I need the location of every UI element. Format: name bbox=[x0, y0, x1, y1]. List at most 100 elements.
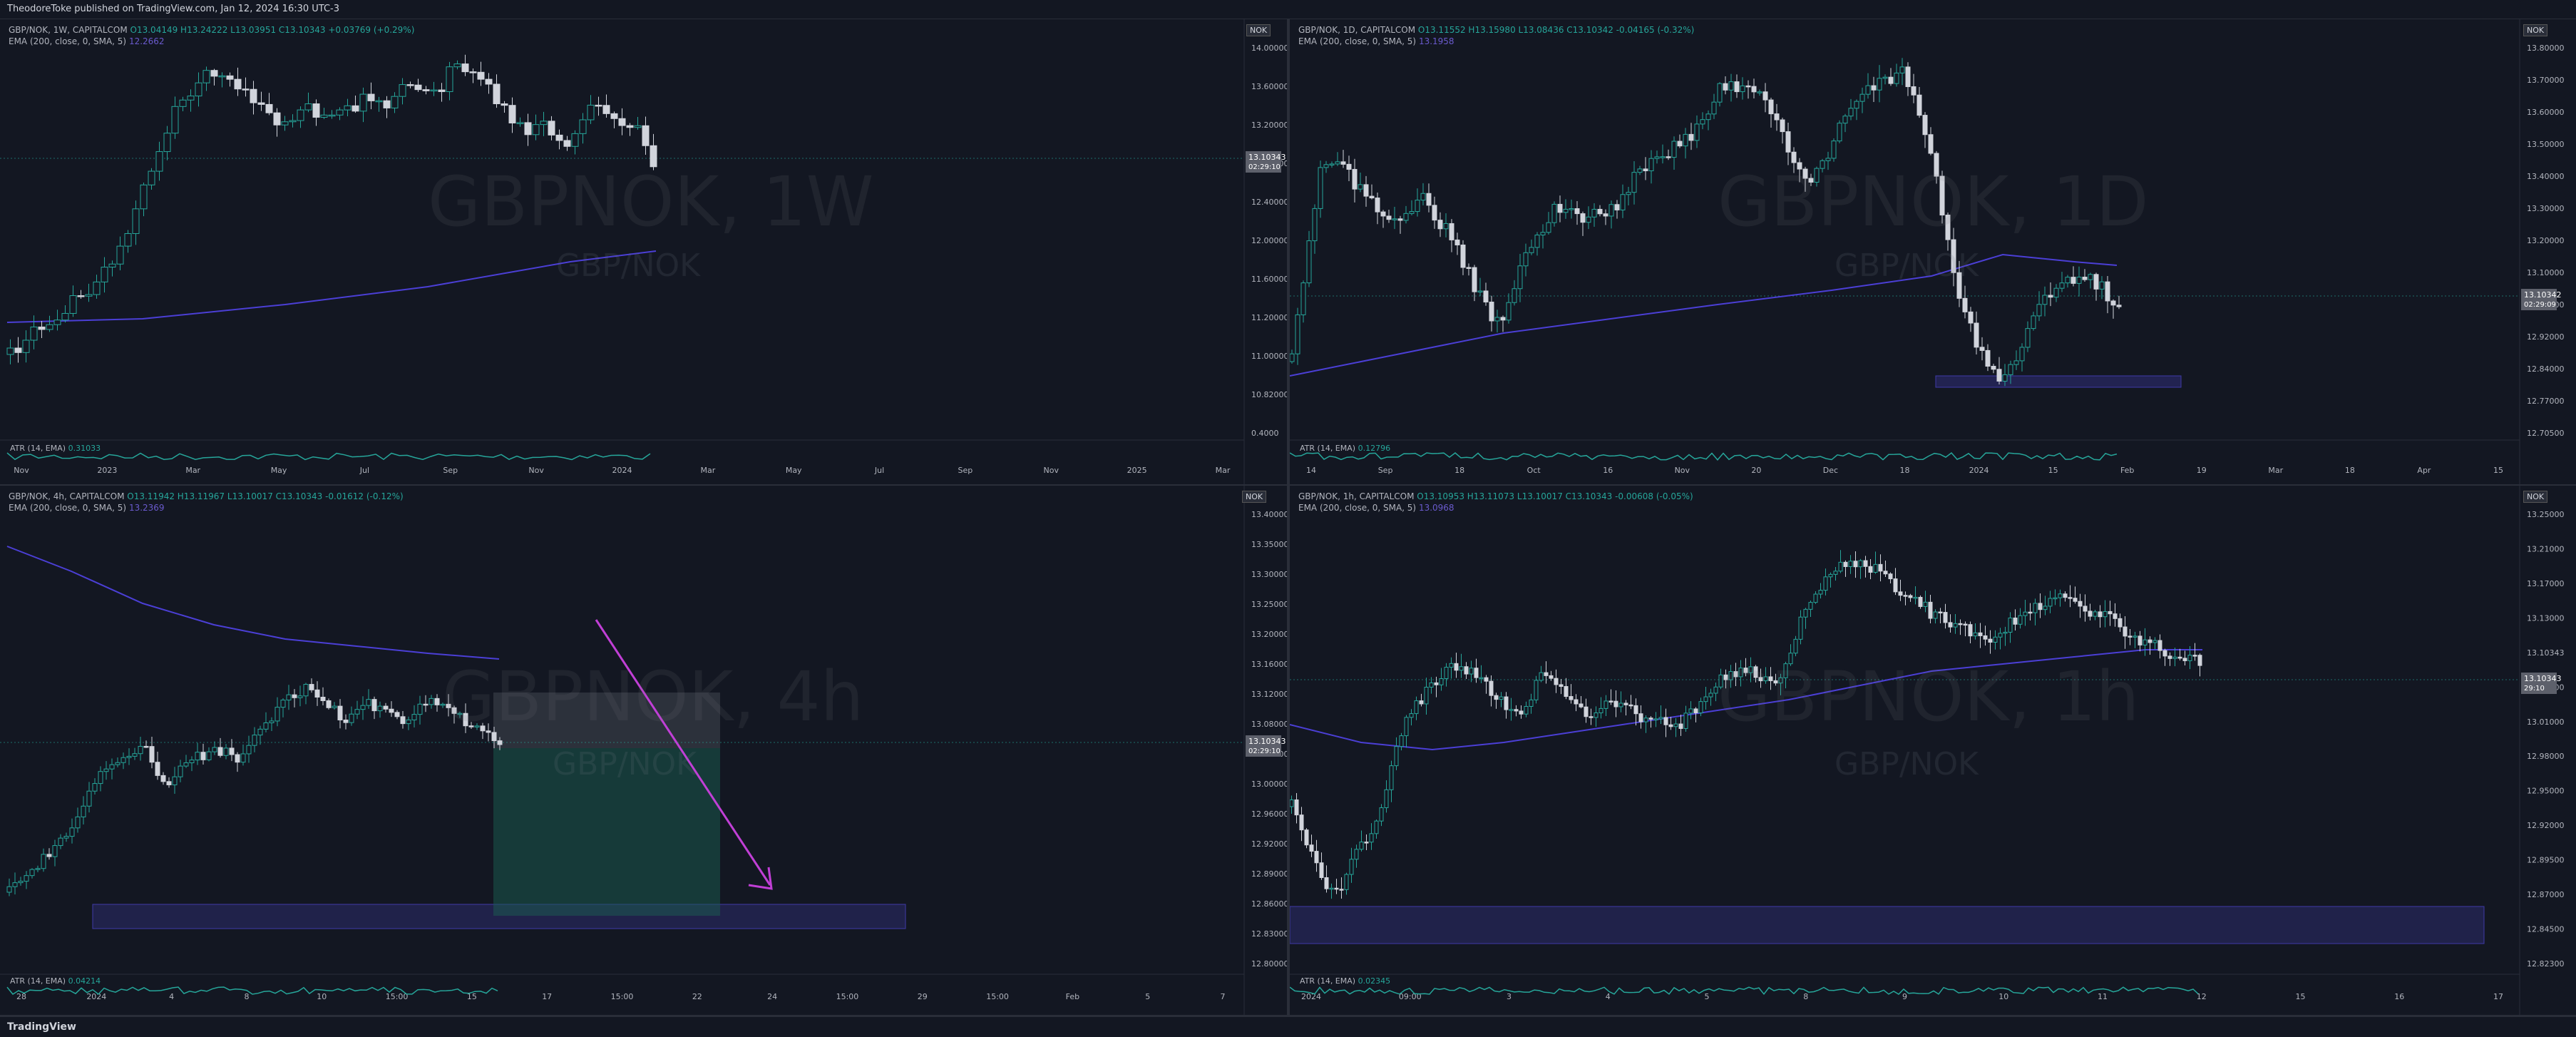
candle bbox=[1574, 694, 1579, 712]
candle bbox=[1978, 623, 1983, 648]
candle bbox=[234, 67, 242, 96]
time-tick-label: Jul bbox=[874, 466, 884, 475]
candle-body bbox=[1877, 78, 1882, 91]
candle-body bbox=[1968, 311, 1974, 324]
price-tick-label: 13.00000 bbox=[1251, 780, 1287, 789]
candle bbox=[1484, 675, 1489, 694]
candle bbox=[2152, 637, 2157, 650]
candle bbox=[1295, 307, 1300, 365]
currency-button[interactable]: NOK bbox=[1246, 24, 1271, 36]
time-tick-label: 3 bbox=[1507, 992, 1512, 1001]
candle bbox=[155, 141, 163, 181]
chart-panel-1d[interactable]: 13.80000 13.70000 13.60000 13.50000 13.40000… bbox=[1290, 19, 2576, 484]
last-price-value: 13.10343 bbox=[1248, 153, 1286, 162]
price-tick-label: 0.4000 bbox=[1251, 429, 1279, 438]
price-tick-label: 13.16000 bbox=[1251, 660, 1287, 669]
candle-body bbox=[35, 868, 41, 870]
candle bbox=[1728, 73, 1734, 102]
candle-body bbox=[1591, 208, 1597, 218]
candle bbox=[1660, 144, 1666, 164]
candle bbox=[2143, 628, 2147, 656]
candle bbox=[86, 782, 92, 813]
candle-body bbox=[1978, 632, 1983, 636]
candle bbox=[2123, 615, 2128, 649]
candle-body bbox=[1863, 560, 1868, 567]
countdown-timer: 02:29:10 bbox=[1248, 163, 1281, 171]
candle-body bbox=[1913, 596, 1918, 599]
candle bbox=[61, 305, 69, 323]
currency-button[interactable]: NOK bbox=[2523, 491, 2548, 503]
candle bbox=[1290, 349, 1295, 364]
candle-body bbox=[438, 89, 446, 92]
candle bbox=[30, 315, 38, 349]
candle bbox=[508, 97, 516, 133]
candle-body bbox=[626, 125, 634, 128]
candle bbox=[367, 82, 375, 110]
candle-body bbox=[1694, 123, 1700, 141]
price-tick-label: 13.30000 bbox=[1251, 570, 1287, 579]
candle-body bbox=[1974, 322, 1979, 348]
candle-body bbox=[1928, 134, 1934, 154]
candle-body bbox=[2152, 640, 2157, 643]
candle bbox=[218, 72, 226, 88]
candle-body bbox=[349, 713, 354, 723]
candle bbox=[493, 74, 501, 108]
watermark-pair: GBP/NOK bbox=[1834, 746, 1979, 782]
time-tick-label: 18 bbox=[1454, 466, 1464, 475]
candle-body bbox=[1574, 699, 1579, 705]
chart-panel-1h[interactable]: 13.25000 13.21000 13.17000 13.13000 13.10343… bbox=[1290, 486, 2576, 1015]
candle bbox=[2019, 343, 2025, 372]
candle-body bbox=[1314, 851, 1319, 864]
candle bbox=[1996, 357, 2002, 384]
candle-body bbox=[366, 699, 371, 706]
candle-body bbox=[2028, 611, 2033, 614]
currency-button[interactable]: NOK bbox=[1242, 491, 1267, 503]
candle bbox=[375, 96, 383, 112]
candle-body bbox=[85, 294, 93, 297]
candle-body bbox=[516, 122, 524, 124]
candle-body bbox=[2147, 639, 2152, 643]
candle bbox=[1358, 172, 1363, 193]
candle bbox=[2042, 286, 2048, 317]
candle bbox=[2197, 653, 2202, 677]
candle bbox=[1928, 127, 1934, 155]
time-tick-label: May bbox=[786, 466, 802, 475]
candle-body bbox=[1474, 668, 1479, 678]
ema-header[interactable]: EMA (200, close, 0, SMA, 5) 13.0968 bbox=[1298, 503, 1454, 513]
candle bbox=[1905, 62, 1911, 96]
candle-body bbox=[1643, 168, 1648, 172]
candle-body bbox=[1464, 666, 1469, 675]
currency-button[interactable]: NOK bbox=[2523, 24, 2548, 36]
candle bbox=[138, 737, 143, 761]
candle-body bbox=[2038, 603, 2043, 611]
candle-body bbox=[1751, 86, 1757, 93]
ema-header[interactable]: EMA (200, close, 0, SMA, 5) 13.1958 bbox=[1298, 36, 1454, 46]
candle-body bbox=[532, 124, 540, 136]
time-tick-label: 20 bbox=[1751, 466, 1761, 475]
candle bbox=[1998, 628, 2003, 650]
ema-header[interactable]: EMA (200, close, 0, SMA, 5) 12.2662 bbox=[9, 36, 165, 46]
price-tick-label: 12.92000 bbox=[2527, 821, 2565, 830]
chart-panel-1w[interactable]: 14.0000013.6000013.2000012.8000012.40000… bbox=[0, 19, 1287, 484]
candle-body bbox=[1859, 93, 1865, 102]
price-tick-label: 11.60000 bbox=[1251, 275, 1287, 284]
candle bbox=[1403, 205, 1409, 224]
candle-body bbox=[1290, 353, 1295, 362]
candle bbox=[371, 696, 377, 720]
candle bbox=[1723, 76, 1728, 95]
candle-body bbox=[1437, 220, 1443, 230]
candle bbox=[1643, 715, 1648, 733]
candle-body bbox=[446, 66, 453, 92]
candle bbox=[1658, 705, 1663, 724]
candle-body bbox=[1828, 573, 1833, 578]
candle bbox=[1384, 780, 1389, 813]
chart-panel-4h[interactable]: 13.40000 13.35000 13.30000 13.25000 13.20000… bbox=[0, 486, 1287, 1015]
ema-header[interactable]: EMA (200, close, 0, SMA, 5) 13.2369 bbox=[9, 503, 165, 513]
candle bbox=[1523, 243, 1529, 277]
price-tick-label: 13.20000 bbox=[2527, 236, 2565, 245]
candle-body bbox=[1551, 203, 1557, 223]
candle bbox=[320, 687, 326, 706]
candle-body bbox=[2013, 617, 2018, 625]
candle bbox=[1374, 819, 1379, 839]
candle-body bbox=[477, 71, 485, 80]
